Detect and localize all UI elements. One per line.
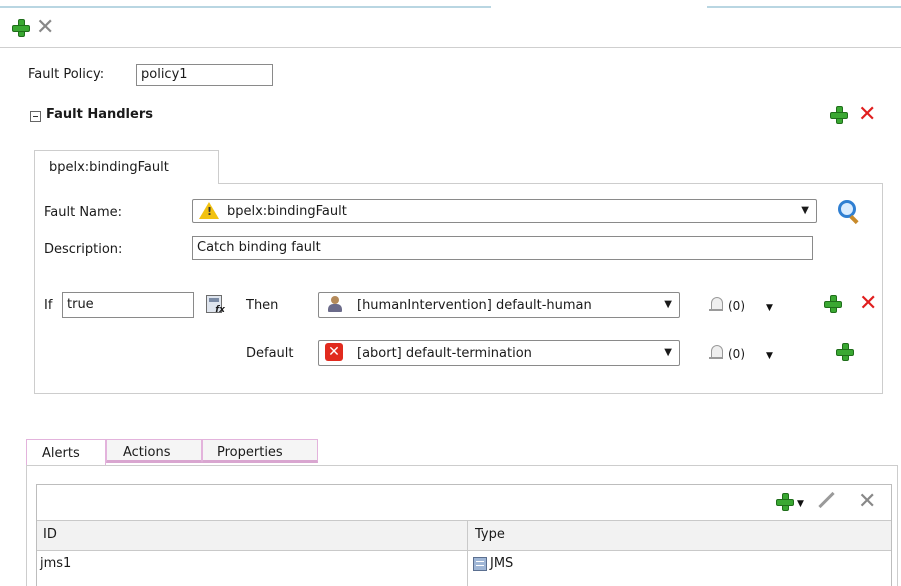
then-label: Then xyxy=(246,298,279,313)
toolbar-separator xyxy=(0,47,901,48)
column-type-header[interactable]: Type xyxy=(475,527,505,542)
tab-actions-label: Actions xyxy=(123,445,171,460)
warning-icon: ! xyxy=(199,202,219,219)
bell-icon[interactable] xyxy=(709,297,723,311)
tab-properties[interactable]: Properties xyxy=(202,439,318,463)
chevron-down-icon: ▼ xyxy=(664,299,672,310)
chevron-down-icon: ▼ xyxy=(801,205,809,216)
collapse-icon[interactable] xyxy=(30,111,41,122)
fault-policy-label: Fault Policy: xyxy=(28,67,105,82)
row-id-cell: jms1 xyxy=(40,556,72,571)
then-action-select[interactable]: [humanIntervention] default-human ▼ xyxy=(318,292,680,318)
table-header xyxy=(37,520,891,551)
description-label: Description: xyxy=(44,242,123,257)
row-type-cell: JMS xyxy=(490,556,514,571)
tab-properties-label: Properties xyxy=(217,445,283,460)
column-id-header[interactable]: ID xyxy=(43,527,57,542)
fault-name-select[interactable]: ! bpelx:bindingFault ▼ xyxy=(192,199,817,223)
condition-input[interactable]: true xyxy=(62,292,194,318)
then-alert-count[interactable]: (0) xyxy=(728,299,745,313)
add-default-icon[interactable] xyxy=(836,343,854,361)
add-alert-icon[interactable] xyxy=(776,493,794,511)
add-policy-icon[interactable] xyxy=(12,19,30,37)
tab-binding-fault-label: bpelx:bindingFault xyxy=(49,160,169,175)
add-condition-icon[interactable] xyxy=(824,295,842,313)
abort-icon: ✕ xyxy=(325,343,343,361)
human-intervention-icon xyxy=(328,296,342,312)
default-action-value: [abort] default-termination xyxy=(357,346,532,361)
remove-handler-icon[interactable]: ✕ xyxy=(858,104,876,126)
fault-name-label: Fault Name: xyxy=(44,205,123,220)
expression-builder-icon[interactable]: fx xyxy=(206,295,225,315)
then-action-value: [humanIntervention] default-human xyxy=(357,298,592,313)
top-divider-left xyxy=(0,6,491,8)
chevron-down-icon: ▼ xyxy=(664,347,672,358)
add-handler-icon[interactable] xyxy=(830,106,848,124)
fault-name-value: bpelx:bindingFault xyxy=(227,204,347,219)
fault-handlers-title: Fault Handlers xyxy=(46,107,153,122)
fault-policy-input[interactable]: policy1 xyxy=(136,64,273,86)
top-divider-right xyxy=(707,6,901,8)
default-label: Default xyxy=(246,346,294,361)
default-alert-count[interactable]: (0) xyxy=(728,347,745,361)
delete-alert-icon[interactable]: ✕ xyxy=(858,491,876,513)
remove-policy-icon[interactable]: ✕ xyxy=(36,17,54,39)
description-input[interactable]: Catch binding fault xyxy=(192,236,813,260)
tab-binding-fault[interactable]: bpelx:bindingFault xyxy=(34,150,219,184)
if-label: If xyxy=(44,298,53,313)
search-icon[interactable] xyxy=(838,200,856,218)
jms-icon xyxy=(473,557,487,571)
alert-dropdown-caret[interactable]: ▼ xyxy=(766,303,773,313)
table-row[interactable]: jms1 JMS xyxy=(37,552,891,578)
default-action-select[interactable]: ✕ [abort] default-termination ▼ xyxy=(318,340,680,366)
bell-icon[interactable] xyxy=(709,345,723,359)
remove-condition-icon[interactable]: ✕ xyxy=(859,293,877,315)
tab-actions[interactable]: Actions xyxy=(106,439,202,463)
tab-alerts-label: Alerts xyxy=(42,446,80,461)
alert-dropdown-caret[interactable]: ▼ xyxy=(766,351,773,361)
add-alert-caret[interactable]: ▼ xyxy=(797,499,804,509)
tab-alerts[interactable]: Alerts xyxy=(26,439,106,466)
